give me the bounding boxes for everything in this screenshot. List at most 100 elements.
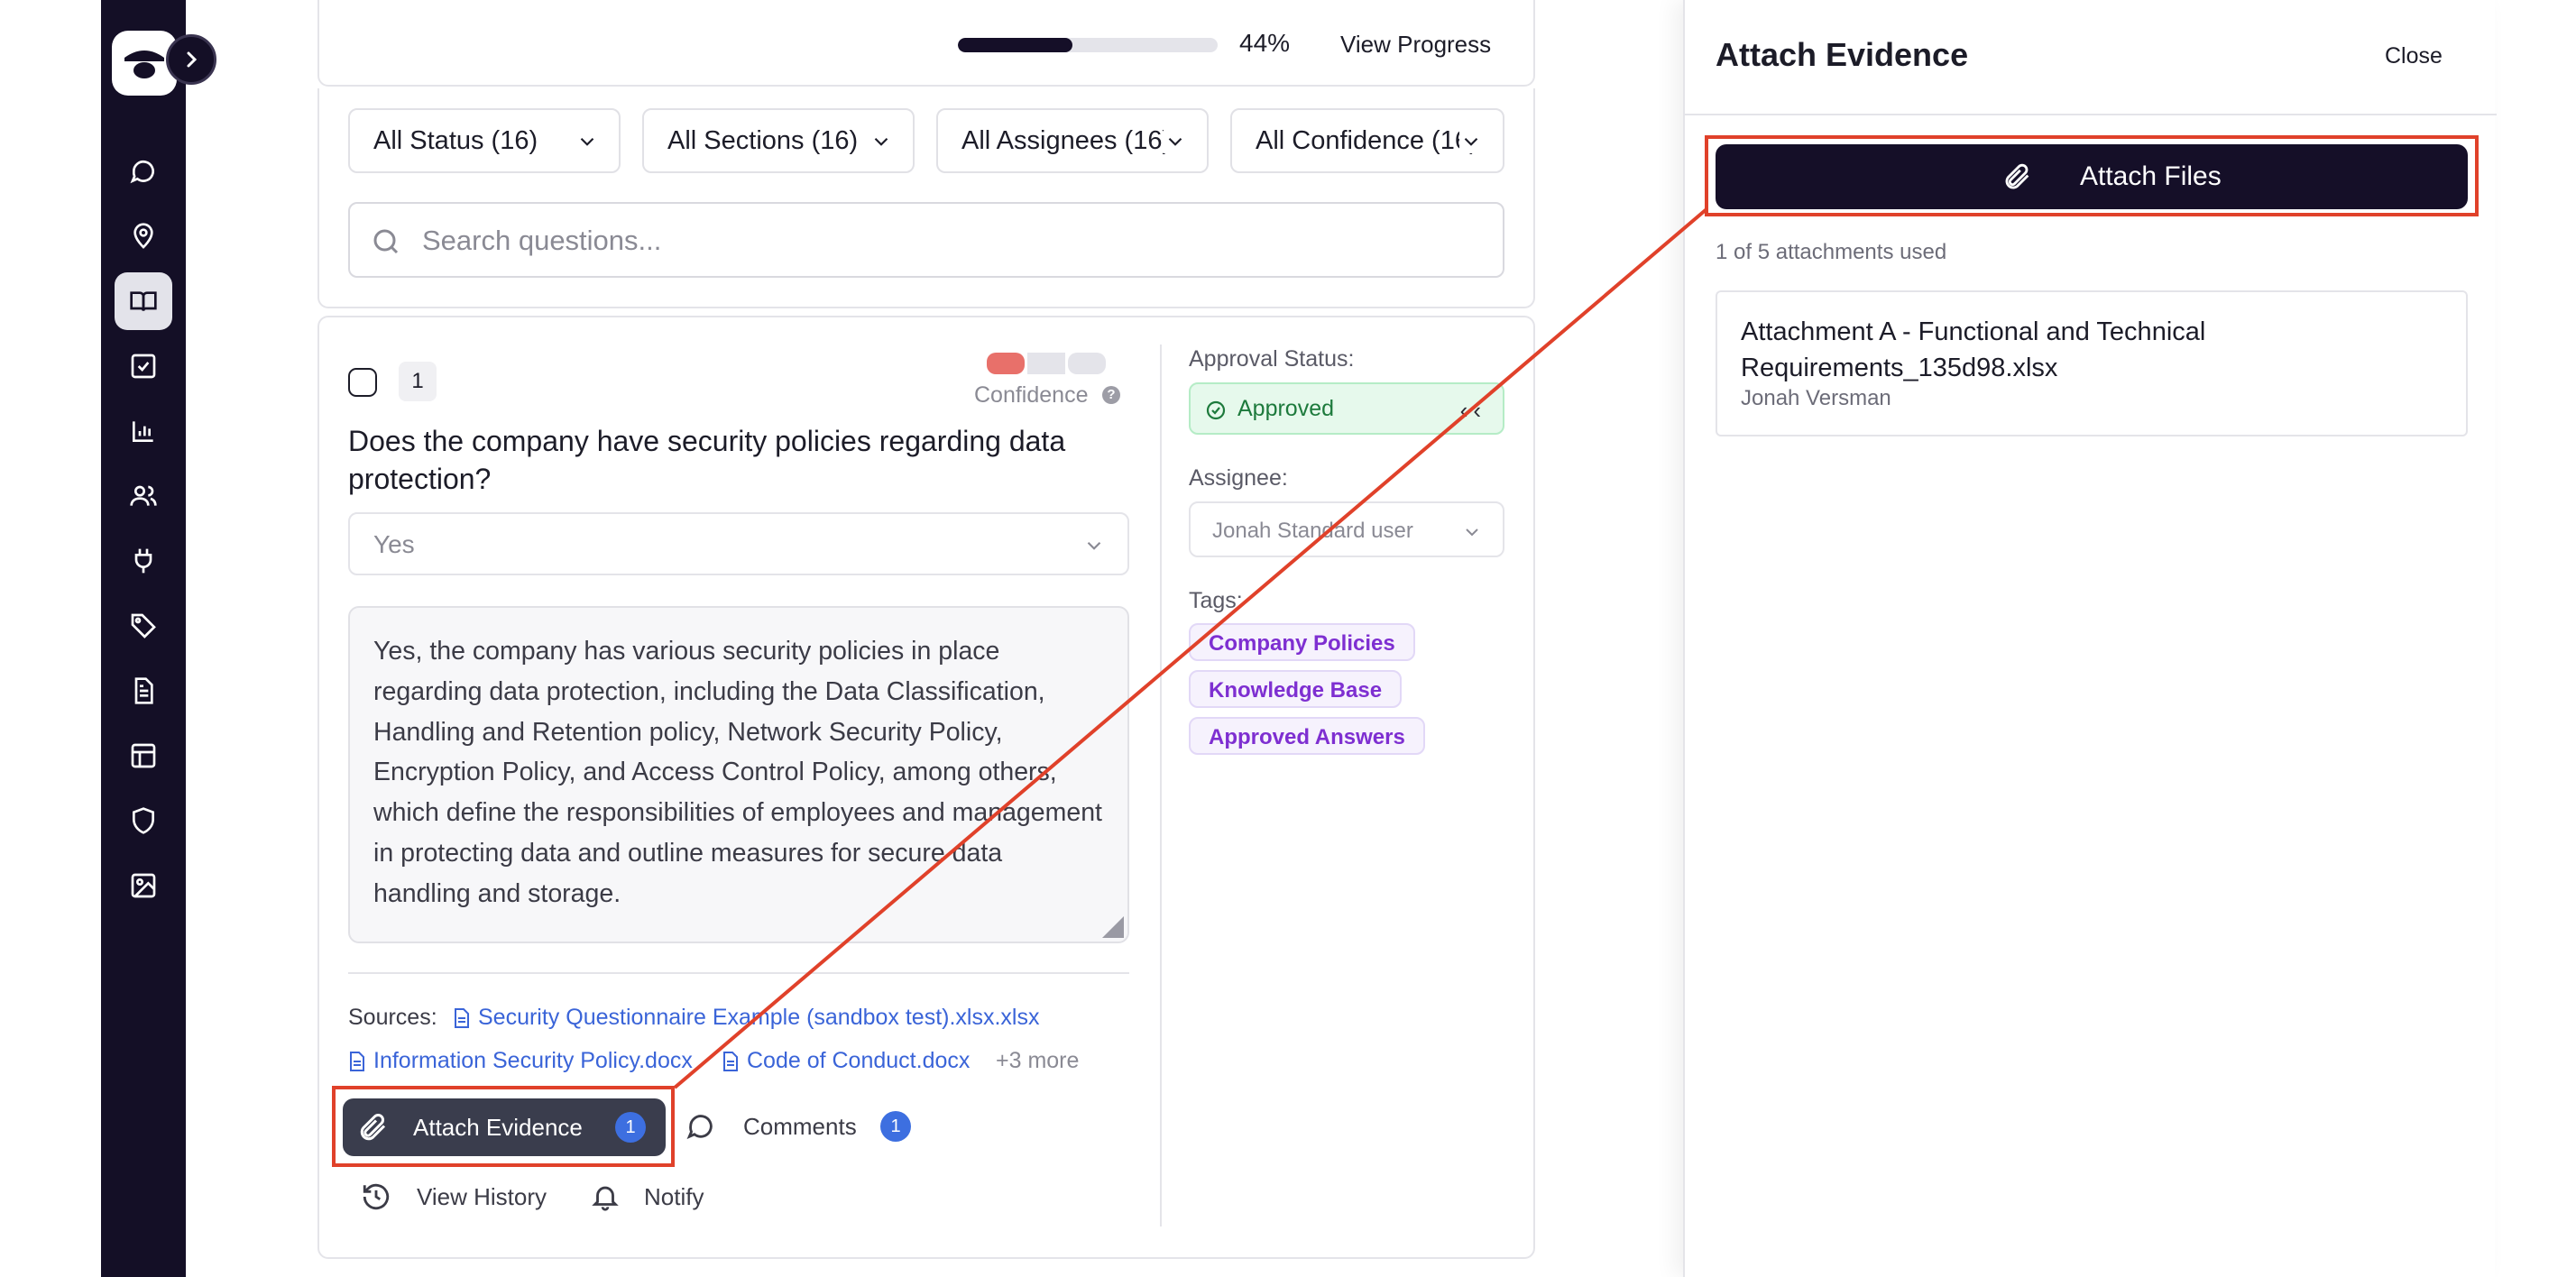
sidebar-media[interactable] bbox=[115, 857, 172, 914]
search-input[interactable] bbox=[422, 218, 1486, 263]
source-link-label: Code of Conduct.docx bbox=[747, 1048, 971, 1073]
attachment-card[interactable]: Attachment A - Functional and Technical … bbox=[1716, 290, 2468, 436]
notify-label: Notify bbox=[644, 1182, 704, 1210]
search-icon bbox=[373, 229, 399, 254]
view-history-button[interactable]: View History bbox=[361, 1181, 547, 1212]
check-circle-icon bbox=[1206, 400, 1226, 420]
progress-bar bbox=[958, 38, 1218, 52]
assignee-select[interactable]: Jonah Standard user bbox=[1189, 501, 1504, 557]
help-icon[interactable]: ? bbox=[1102, 386, 1120, 404]
confidence-filter-label: All Confidence (16) bbox=[1256, 125, 1478, 155]
panel-title: Attach Evidence bbox=[1716, 36, 1969, 73]
file-icon bbox=[723, 1051, 738, 1071]
tags-label: Tags: bbox=[1189, 588, 1243, 613]
progress-percent: 44% bbox=[1239, 29, 1291, 57]
answer-select-value: Yes bbox=[373, 530, 415, 558]
history-icon bbox=[363, 1183, 390, 1210]
confidence-segment bbox=[987, 353, 1025, 374]
sidebar bbox=[101, 0, 216, 1277]
tag-icon bbox=[131, 613, 156, 638]
question-number: 1 bbox=[399, 362, 437, 401]
comment-icon bbox=[686, 1115, 713, 1140]
chevron-down-icon bbox=[1459, 130, 1483, 153]
sections-filter-label: All Sections (16) bbox=[667, 125, 859, 155]
sidebar-security[interactable] bbox=[115, 792, 172, 850]
sidebar-tags[interactable] bbox=[115, 597, 172, 655]
answer-text: Yes, the company has various security po… bbox=[373, 637, 1102, 908]
source-link[interactable]: Security Questionnaire Example (sandbox … bbox=[453, 1005, 1039, 1031]
confidence-label: Confidence bbox=[974, 382, 1089, 408]
sidebar-users[interactable] bbox=[115, 467, 172, 525]
status-filter[interactable]: All Status (16) bbox=[348, 108, 621, 173]
more-sources-link[interactable]: +3 more bbox=[996, 1048, 1079, 1074]
tag-chip[interactable]: Knowledge Base bbox=[1189, 670, 1403, 708]
sidebar-location[interactable] bbox=[115, 207, 172, 265]
attach-evidence-panel: Attach Evidence Close Attach Files 1 of … bbox=[1683, 0, 2497, 1277]
search-box[interactable] bbox=[348, 202, 1504, 278]
expand-sidebar-button[interactable] bbox=[166, 34, 216, 85]
status-filter-label: All Status (16) bbox=[373, 125, 538, 155]
sidebar-analytics[interactable] bbox=[115, 402, 172, 460]
answer-textarea[interactable]: Yes, the company has various security po… bbox=[348, 606, 1129, 943]
file-icon bbox=[455, 1007, 469, 1028]
source-link[interactable]: Code of Conduct.docx bbox=[722, 1048, 970, 1074]
chevron-right-icon bbox=[187, 51, 198, 68]
highlight-box bbox=[1705, 135, 2479, 216]
highlight-box bbox=[332, 1086, 675, 1167]
attachment-usage: 1 of 5 attachments used bbox=[1716, 240, 1947, 264]
sidebar-tasks[interactable] bbox=[115, 337, 172, 395]
sidebar-integrations[interactable] bbox=[115, 532, 172, 590]
bar-chart-icon bbox=[133, 421, 153, 442]
chevron-down-icon bbox=[1466, 528, 1478, 537]
sidebar-chat[interactable] bbox=[115, 142, 172, 200]
expand-collapse-icon[interactable]: ‹‹ bbox=[1460, 397, 1486, 425]
layout-icon bbox=[131, 743, 156, 768]
chevron-down-icon bbox=[1087, 541, 1101, 550]
answer-select[interactable]: Yes bbox=[348, 512, 1129, 575]
users-icon bbox=[130, 485, 157, 506]
sidebar-templates[interactable] bbox=[115, 727, 172, 785]
approval-status-label: Approval Status: bbox=[1189, 346, 1355, 372]
chevron-down-icon bbox=[580, 137, 594, 146]
tag-chip[interactable]: Approved Answers bbox=[1189, 717, 1425, 755]
assignees-filter[interactable]: All Assignees (16) bbox=[936, 108, 1209, 173]
close-panel-button[interactable]: Close bbox=[2385, 43, 2443, 69]
confidence-filter[interactable]: All Confidence (16) bbox=[1230, 108, 1504, 173]
question-select-checkbox[interactable] bbox=[348, 368, 377, 397]
divider bbox=[1160, 345, 1162, 1226]
shield-icon bbox=[133, 807, 154, 834]
bell-icon bbox=[592, 1186, 619, 1211]
map-pin-icon bbox=[133, 223, 153, 249]
source-link-label: Information Security Policy.docx bbox=[373, 1048, 693, 1073]
approval-status-select[interactable]: Approved ‹‹ bbox=[1189, 382, 1504, 435]
comments-button[interactable]: Comments bbox=[685, 1111, 857, 1142]
notify-button[interactable]: Notify bbox=[590, 1181, 704, 1212]
comments-label: Comments bbox=[743, 1112, 857, 1140]
progress-bar-fill bbox=[958, 38, 1072, 52]
attachment-name: Attachment A - Functional and Technical … bbox=[1741, 317, 2206, 382]
view-history-label: View History bbox=[417, 1182, 547, 1210]
source-link[interactable]: Information Security Policy.docx bbox=[348, 1048, 693, 1074]
assignees-filter-label: All Assignees (16) bbox=[961, 125, 1172, 155]
resize-handle-icon[interactable] bbox=[1099, 913, 1126, 940]
confidence-segment bbox=[1068, 353, 1106, 374]
tag-chip[interactable]: Company Policies bbox=[1189, 623, 1415, 661]
sections-filter[interactable]: All Sections (16) bbox=[642, 108, 915, 173]
confidence-segment bbox=[1027, 353, 1065, 374]
book-open-icon bbox=[130, 291, 157, 311]
sidebar-documents[interactable] bbox=[115, 662, 172, 720]
approval-status-value: Approved bbox=[1237, 395, 1335, 421]
plug-icon bbox=[134, 548, 152, 574]
confidence-meter bbox=[987, 353, 1106, 374]
comments-count-badge: 1 bbox=[880, 1111, 911, 1142]
assignee-value: Jonah Standard user bbox=[1212, 519, 1413, 543]
view-progress-button[interactable]: View Progress bbox=[1340, 31, 1491, 59]
check-square-icon bbox=[131, 354, 156, 379]
image-icon bbox=[131, 873, 156, 898]
question-text: Does the company have security policies … bbox=[348, 425, 1066, 495]
source-link-label: Security Questionnaire Example (sandbox … bbox=[478, 1005, 1040, 1030]
assignee-label: Assignee: bbox=[1189, 465, 1288, 491]
sidebar-library[interactable] bbox=[115, 272, 172, 330]
file-icon bbox=[350, 1051, 364, 1071]
divider bbox=[348, 972, 1129, 974]
